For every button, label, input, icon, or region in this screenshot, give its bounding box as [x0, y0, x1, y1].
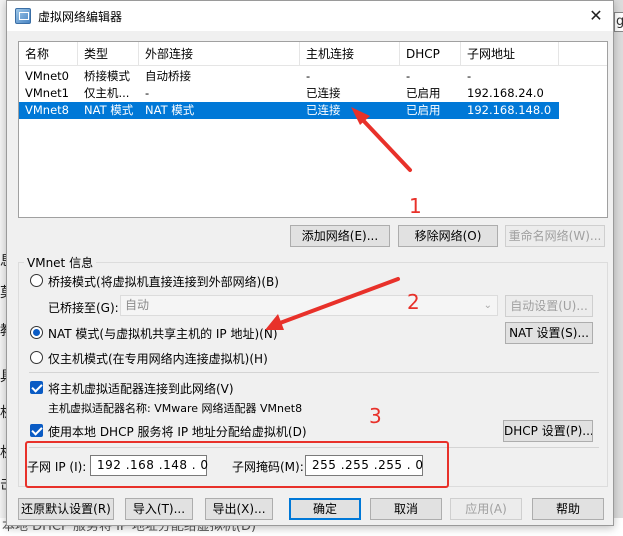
column-header-name[interactable]: 名称 [19, 42, 78, 66]
vmnet-info-title: VMnet 信息 [24, 254, 97, 271]
table-row[interactable]: VMnet1 仅主机... - 已连接 已启用 192.168.24.0 [19, 85, 559, 102]
title-bar: 虚拟网络编辑器 ✕ [7, 1, 613, 31]
add-network-button[interactable]: 添加网络(E)... [290, 225, 390, 247]
annotation-box-3 [25, 441, 449, 488]
bridged-to-select[interactable]: 自动 ⌄ [120, 295, 498, 316]
cell-dhcp: 已启用 [406, 86, 441, 100]
annotation-number-3: 3 [369, 404, 382, 428]
adapter-name-label: 主机虚拟适配器名称: VMware 网络适配器 VMnet8 [48, 402, 303, 415]
host-only-radio[interactable] [30, 351, 43, 364]
cell-name: VMnet8 [25, 103, 69, 117]
cell-external: - [145, 86, 150, 100]
help-button[interactable]: 帮助 [532, 498, 604, 520]
cell-external: 自动桥接 [145, 69, 191, 83]
rename-network-button[interactable]: 重命名网络(W)... [505, 225, 605, 247]
network-list[interactable]: 名称 类型 外部连接 主机连接 DHCP 子网地址 VMnet0 桥接模式 自动… [18, 41, 608, 218]
column-header-external[interactable]: 外部连接 [139, 42, 300, 66]
host-only-label[interactable]: 仅主机模式(在专用网络内连接虚拟机)(H) [48, 350, 268, 367]
cell-subnet: - [467, 69, 472, 83]
dhcp-settings-button[interactable]: DHCP 设置(P)... [503, 420, 593, 442]
column-header-host[interactable]: 主机连接 [300, 42, 400, 66]
list-header: 名称 类型 外部连接 主机连接 DHCP 子网地址 [19, 42, 607, 66]
dhcp-label[interactable]: 使用本地 DHCP 服务将 IP 地址分配给虚拟机(D) [48, 423, 307, 440]
column-header-dhcp[interactable]: DHCP [400, 42, 461, 66]
cell-name: VMnet0 [25, 69, 69, 83]
divider [29, 372, 599, 373]
cell-dhcp: 已启用 [406, 103, 441, 117]
cell-host: 已连接 [306, 103, 341, 117]
restore-defaults-button[interactable]: 还原默认设置(R) [18, 498, 114, 520]
network-editor-icon [15, 8, 31, 24]
remove-network-button[interactable]: 移除网络(O) [398, 225, 498, 247]
apply-button[interactable]: 应用(A) [450, 498, 522, 520]
auto-settings-button[interactable]: 自动设置(U)... [505, 295, 593, 317]
column-header-subnet[interactable]: 子网地址 [461, 42, 559, 66]
window-title: 虚拟网络编辑器 [38, 10, 123, 24]
connect-adapter-label[interactable]: 将主机虚拟适配器连接到此网络(V) [48, 380, 234, 397]
nat-settings-button[interactable]: NAT 设置(S)... [505, 322, 593, 344]
background-topright-text: g [614, 12, 623, 32]
bridge-mode-label[interactable]: 桥接模式(将虚拟机直接连接到外部网络)(B) [48, 273, 279, 290]
cell-name: VMnet1 [25, 86, 69, 100]
bridged-to-label: 已桥接至(G): [48, 301, 119, 315]
cell-type: 桥接模式 [84, 69, 130, 83]
table-row[interactable]: VMnet0 桥接模式 自动桥接 - - - [19, 68, 559, 85]
cell-external: NAT 模式 [145, 103, 195, 117]
table-row-selected[interactable]: VMnet8 NAT 模式 NAT 模式 已连接 已启用 192.168.148… [19, 102, 559, 119]
cell-type: NAT 模式 [84, 103, 134, 117]
chevron-down-icon: ⌄ [483, 300, 492, 311]
close-button[interactable]: ✕ [585, 5, 607, 27]
cell-type: 仅主机... [84, 86, 130, 100]
annotation-number-1: 1 [409, 194, 422, 218]
ok-button[interactable]: 确定 [289, 498, 361, 520]
nat-mode-radio[interactable] [30, 326, 43, 339]
cell-dhcp: - [406, 69, 411, 83]
connect-adapter-checkbox[interactable] [30, 381, 43, 394]
cell-host: 已连接 [306, 86, 341, 100]
nat-mode-label[interactable]: NAT 模式(与虚拟机共享主机的 IP 地址)(N) [48, 325, 278, 342]
export-button[interactable]: 导出(X)... [205, 498, 273, 520]
cell-subnet: 192.168.148.0 [467, 103, 552, 117]
annotation-number-2: 2 [407, 290, 420, 314]
dhcp-checkbox[interactable] [30, 424, 43, 437]
bridge-mode-radio[interactable] [30, 274, 43, 287]
cell-subnet: 192.168.24.0 [467, 86, 544, 100]
cancel-button[interactable]: 取消 [370, 498, 442, 520]
bridged-to-value: 自动 [125, 298, 150, 312]
cell-host: - [306, 69, 311, 83]
import-button[interactable]: 导入(T)... [125, 498, 193, 520]
column-header-type[interactable]: 类型 [78, 42, 139, 66]
